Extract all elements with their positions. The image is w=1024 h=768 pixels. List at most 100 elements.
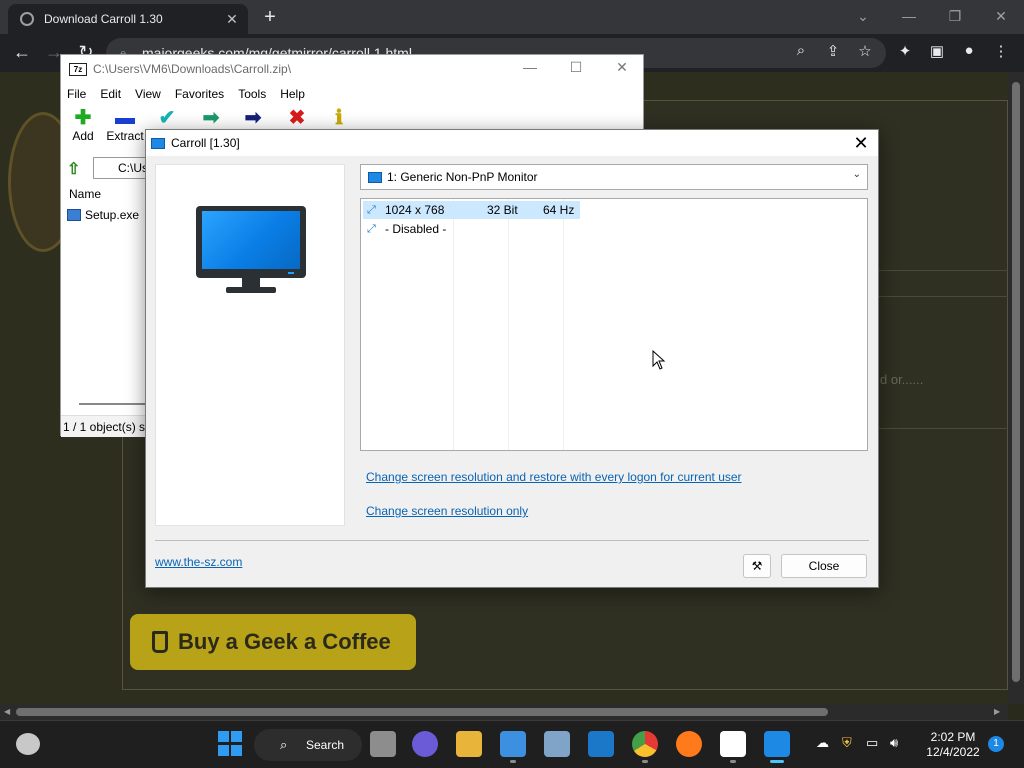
monitor-select[interactable]: 1: Generic Non-PnP Monitor ⌄ [360, 164, 868, 190]
info-icon: ℹ [335, 107, 343, 129]
menu-tools[interactable]: Tools [238, 87, 274, 101]
browser-tab[interactable]: Download Carroll 1.30 ✕ [8, 4, 248, 34]
buy-coffee-button[interactable]: Buy a Geek a Coffee [130, 614, 416, 670]
7zip-title: C:\Users\VM6\Downloads\Carroll.zip\ [93, 62, 292, 76]
notification-badge[interactable]: 1 [988, 736, 1004, 752]
firefox-icon[interactable] [676, 731, 702, 757]
network-icon[interactable]: ▭ [866, 735, 878, 751]
7zip-scrollbar[interactable] [79, 403, 149, 405]
delete-button[interactable]: ✖ [275, 107, 319, 129]
horizontal-scrollbar[interactable]: ◀ ▶ [0, 704, 1008, 720]
copy-icon: ➡ [202, 107, 220, 129]
task-manager-icon[interactable] [544, 731, 570, 757]
menu-help[interactable]: Help [280, 87, 313, 101]
file-explorer-icon[interactable] [456, 731, 482, 757]
divider [878, 296, 1008, 297]
resize-icon: ⤢ [367, 203, 376, 216]
preview-panel [155, 164, 345, 526]
column-name-header[interactable]: Name [69, 187, 101, 201]
volume-icon[interactable]: 🔊︎ [890, 735, 898, 751]
carroll-titlebar: Carroll [1.30] [146, 130, 878, 156]
extract-button[interactable]: ▬ Extract [103, 107, 147, 143]
minimize-button[interactable]: — [886, 4, 932, 28]
resolution-row[interactable]: ⤢ 1024 x 768 32 Bit 64 Hz [363, 201, 580, 219]
app-icon[interactable] [588, 731, 614, 757]
delete-icon: ✖ [288, 107, 306, 129]
resolution-list[interactable]: ⤢ 1024 x 768 32 Bit 64 Hz ⤢ - Disabled - [360, 198, 868, 451]
start-button[interactable] [218, 731, 244, 757]
teams-chat-icon[interactable] [412, 731, 438, 757]
menu-view[interactable]: View [135, 87, 169, 101]
divider [878, 428, 1008, 429]
security-icon[interactable]: ⛨ [842, 735, 852, 751]
copy-button[interactable]: ➡ [189, 107, 233, 129]
test-button[interactable]: ✔ [145, 107, 189, 129]
back-icon[interactable]: ← [10, 42, 34, 63]
share-icon[interactable]: ⇪ [822, 42, 844, 60]
tab-close-icon[interactable]: ✕ [222, 11, 242, 28]
coffee-cup-icon [152, 631, 168, 653]
wrench-icon: ⚒ [751, 559, 763, 573]
add-button[interactable]: ✚ Add [61, 107, 105, 143]
divider [878, 270, 1008, 271]
close-dialog-button[interactable]: Close [781, 554, 867, 578]
profile-icon[interactable]: ● [958, 42, 980, 59]
7zip-maximize-button[interactable]: ☐ [553, 59, 599, 76]
search-icon[interactable]: ⌕ [790, 42, 812, 59]
7zip-minimize-button[interactable]: — [507, 59, 553, 75]
7zip-close-button[interactable]: ✕ [599, 59, 645, 76]
website-link[interactable]: www.the-sz.com [155, 555, 242, 569]
file-name: Setup.exe [85, 208, 140, 222]
settings-button[interactable]: ⚒ [743, 554, 771, 578]
change-resolution-only-link[interactable]: Change screen resolution only [366, 504, 528, 518]
menu-favorites[interactable]: Favorites [175, 87, 232, 101]
active-indicator [770, 760, 784, 763]
dialog-divider [155, 540, 869, 541]
move-button[interactable]: ➡ [231, 107, 275, 129]
column-divider [563, 199, 564, 450]
new-tab-button[interactable]: + [258, 6, 282, 29]
chrome-icon[interactable] [632, 731, 658, 757]
buy-coffee-label: Buy a Geek a Coffee [178, 629, 391, 654]
chevron-down-icon: ⌄ [852, 169, 861, 180]
resolution-row[interactable]: ⤢ - Disabled - [363, 220, 469, 238]
7zip-taskbar-icon[interactable] [720, 731, 746, 757]
running-indicator [510, 760, 516, 763]
scroll-right-icon[interactable]: ▶ [994, 707, 1000, 716]
taskbar-search[interactable]: ⌕ Search [254, 729, 362, 761]
globe-icon [20, 12, 34, 26]
info-button[interactable]: ℹ [317, 107, 361, 129]
monitor-icon [151, 137, 165, 149]
side-panel-icon[interactable]: ▣ [926, 42, 948, 60]
task-view-icon[interactable] [370, 731, 396, 757]
extensions-icon[interactable]: ✦ [894, 42, 916, 60]
tab-title: Download Carroll 1.30 [44, 12, 163, 26]
mouse-cursor-icon [652, 350, 666, 370]
vertical-scrollbar[interactable] [1008, 72, 1024, 704]
search-label: Search [306, 738, 345, 752]
7zip-logo-icon: 7z [69, 62, 87, 76]
menu-file[interactable]: File [67, 87, 94, 101]
carroll-taskbar-icon[interactable] [764, 731, 790, 757]
notepad-icon[interactable] [500, 731, 526, 757]
scroll-left-icon[interactable]: ◀ [4, 707, 10, 716]
clock-time: 2:02 PM [930, 730, 976, 744]
onedrive-icon[interactable]: ☁ [816, 735, 829, 751]
maximize-button[interactable]: ❐ [932, 4, 978, 28]
file-row[interactable]: Setup.exe [67, 208, 139, 222]
taskbar-clock[interactable]: 2:02 PM 12/4/2022 [918, 730, 988, 760]
menu-edit[interactable]: Edit [100, 87, 129, 101]
extract-icon: ▬ [115, 107, 135, 129]
change-and-restore-link[interactable]: Change screen resolution and restore wit… [366, 470, 742, 484]
monitor-icon [368, 171, 382, 183]
tab-search-icon[interactable]: ⌄ [840, 4, 886, 28]
menu-icon[interactable]: ⋮ [990, 42, 1012, 60]
carroll-dialog[interactable]: Carroll [1.30] ✕ 1: Generic Non-PnP Moni… [145, 129, 879, 588]
close-button[interactable]: ✕ [978, 4, 1024, 28]
star-icon[interactable]: ☆ [854, 42, 876, 60]
weather-icon[interactable] [16, 733, 40, 755]
folder-up-icon[interactable]: ⇧ [67, 159, 85, 178]
carroll-close-icon[interactable]: ✕ [850, 132, 872, 154]
exe-icon [67, 209, 81, 221]
resize-icon: ⤢ [367, 222, 376, 235]
